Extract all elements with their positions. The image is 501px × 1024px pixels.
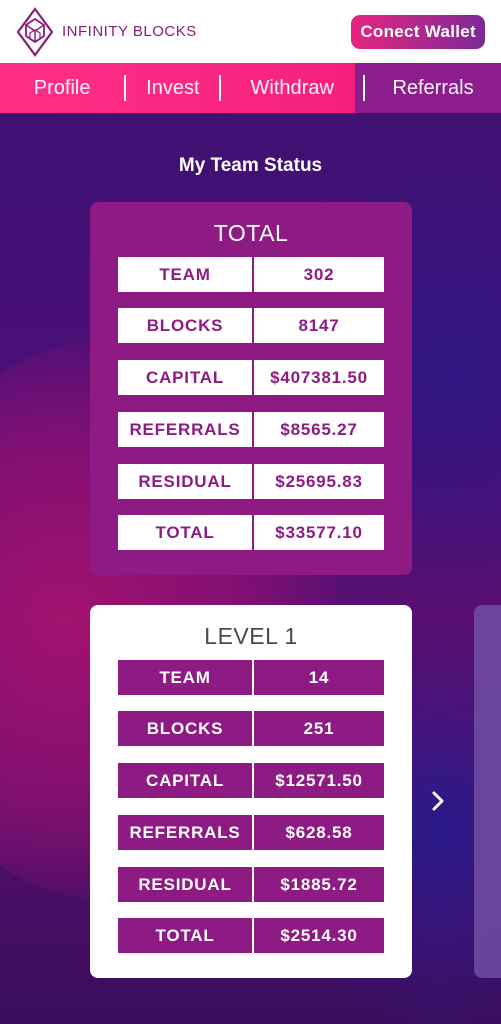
stat-row-referrals: REFERRALS $8565.27 (118, 412, 384, 447)
stat-value: $628.58 (254, 815, 384, 850)
stat-label: CAPITAL (118, 763, 252, 798)
stat-label: RESIDUAL (118, 867, 252, 902)
stat-value: $12571.50 (254, 763, 384, 798)
tab-profile[interactable]: Profile (0, 63, 124, 113)
brand-logo[interactable]: INFINITY BLOCKS (16, 6, 197, 57)
stat-value: $407381.50 (254, 360, 384, 395)
stat-row-blocks: BLOCKS 8147 (118, 308, 384, 343)
stat-label: TEAM (118, 660, 252, 695)
chevron-right-icon[interactable] (430, 788, 448, 814)
brand-name: INFINITY BLOCKS (62, 23, 197, 40)
stat-row-blocks: BLOCKS 251 (118, 711, 384, 746)
stat-value: 8147 (254, 308, 384, 343)
total-stats-card: TOTAL TEAM 302 BLOCKS 8147 CAPITAL $4073… (90, 202, 412, 575)
stat-value: 14 (254, 660, 384, 695)
card-heading: LEVEL 1 (204, 623, 298, 649)
stat-value: $1885.72 (254, 867, 384, 902)
stat-label: REFERRALS (118, 815, 252, 850)
card-heading: TOTAL (213, 220, 289, 246)
stat-label: TEAM (118, 257, 252, 292)
stat-row-residual: RESIDUAL $1885.72 (118, 867, 384, 902)
stat-label: CAPITAL (118, 360, 252, 395)
stat-label: REFERRALS (118, 412, 252, 447)
stat-label: TOTAL (118, 918, 252, 953)
stat-row-total: TOTAL $33577.10 (118, 515, 384, 550)
stat-value: $25695.83 (254, 464, 384, 499)
stat-row-capital: CAPITAL $407381.50 (118, 360, 384, 395)
stat-value: $2514.30 (254, 918, 384, 953)
tab-referrals[interactable]: Referrals (365, 63, 501, 113)
stat-row-team: TEAM 14 (118, 660, 384, 695)
connect-wallet-button[interactable]: Conect Wallet (351, 14, 485, 49)
stat-label: BLOCKS (118, 711, 252, 746)
stat-label: RESIDUAL (118, 464, 252, 499)
next-level-card[interactable] (474, 605, 501, 978)
infinity-blocks-logo-icon (16, 6, 54, 57)
tab-invest[interactable]: Invest (126, 63, 219, 113)
stat-value: 251 (254, 711, 384, 746)
stat-label: TOTAL (118, 515, 252, 550)
stat-label: BLOCKS (118, 308, 252, 343)
stat-value: $33577.10 (254, 515, 384, 550)
stat-value: $8565.27 (254, 412, 384, 447)
main-nav: Profile Invest Withdraw Referrals (0, 63, 501, 113)
page-title: My Team Status (178, 155, 323, 176)
stat-row-team: TEAM 302 (118, 257, 384, 292)
stat-row-residual: RESIDUAL $25695.83 (118, 464, 384, 499)
stat-row-capital: CAPITAL $12571.50 (118, 763, 384, 798)
stat-row-referrals: REFERRALS $628.58 (118, 815, 384, 850)
tab-withdraw[interactable]: Withdraw (221, 63, 363, 113)
stat-row-total: TOTAL $2514.30 (118, 918, 384, 953)
stat-value: 302 (254, 257, 384, 292)
top-header: INFINITY BLOCKS Conect Wallet (0, 0, 501, 63)
level-stats-card: LEVEL 1 TEAM 14 BLOCKS 251 CAPITAL $1257… (90, 605, 412, 978)
